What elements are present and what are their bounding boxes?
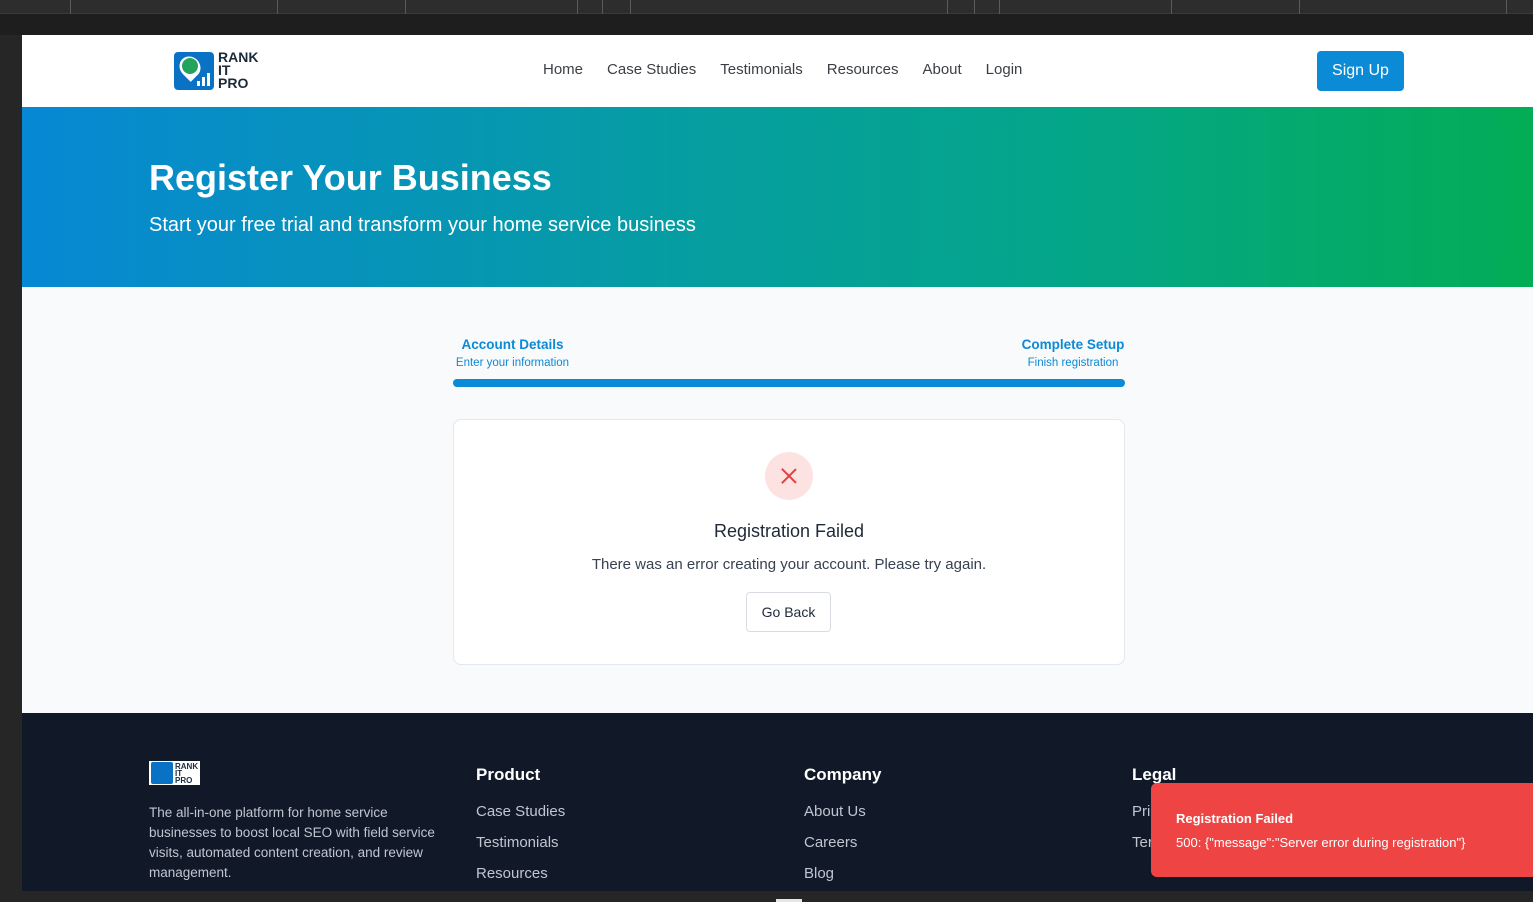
hero-banner: Register Your Business Start your free t…: [22, 107, 1533, 287]
footer-link[interactable]: About Us: [804, 803, 881, 820]
sign-up-button[interactable]: Sign Up: [1317, 51, 1404, 91]
step-complete-setup: Complete Setup Finish registration: [1019, 337, 1127, 369]
footer-heading: Legal: [1132, 765, 1177, 784]
editor-left-band: [0, 35, 22, 902]
strip-divider: [974, 0, 975, 14]
main-nav: Home Case Studies Testimonials Resources…: [543, 61, 1022, 78]
browser-viewport: RANK IT PRO Home Case Studies Testimonia…: [22, 35, 1533, 891]
strip-divider: [999, 0, 1000, 14]
logo-text: RANK IT PRO: [218, 50, 258, 91]
logo-line: PRO: [218, 75, 249, 91]
footer-logo-text: RANK IT PRO: [175, 762, 198, 785]
error-toast[interactable]: Registration Failed 500: {"message":"Ser…: [1151, 783, 1533, 877]
nav-testimonials[interactable]: Testimonials: [720, 61, 803, 78]
editor-bottom-band: [0, 891, 1533, 902]
footer-logo[interactable]: RANK IT PRO: [149, 761, 201, 785]
footer-heading: Company: [804, 765, 882, 784]
nav-home[interactable]: Home: [543, 61, 583, 78]
footer-link[interactable]: Resources: [476, 865, 565, 882]
step-subtitle: Finish registration: [1027, 357, 1119, 369]
error-message: There was an error creating your account…: [591, 556, 987, 573]
footer-description: The all-in-one platform for home service…: [149, 805, 435, 880]
footer-company-column: Company About Us Careers Blog: [804, 765, 881, 891]
footer-product-column: Product Case Studies Testimonials Resour…: [476, 765, 565, 891]
footer-heading: Product: [476, 765, 541, 784]
step-account-details: Account Details Enter your information: [453, 337, 572, 369]
strip-divider: [277, 0, 278, 14]
strip-divider: [405, 0, 406, 14]
page-title: Register Your Business: [149, 157, 552, 198]
footer-link[interactable]: Blog: [804, 865, 881, 882]
strip-divider: [1171, 0, 1172, 14]
footer-link[interactable]: Testimonials: [476, 834, 565, 851]
editor-top-strip: [0, 0, 1533, 14]
step-title: Complete Setup: [1021, 337, 1125, 352]
toast-title: Registration Failed: [1176, 811, 1294, 826]
main-content: Account Details Enter your information C…: [22, 287, 1533, 713]
strip-divider: [947, 0, 948, 14]
editor-frame-band: [0, 14, 1533, 35]
logo-icon: [151, 762, 173, 784]
nav-about[interactable]: About: [922, 61, 961, 78]
progress-bar: [453, 379, 1125, 387]
logo-icon: [174, 51, 214, 90]
strip-divider: [70, 0, 71, 14]
page-subtitle: Start your free trial and transform your…: [149, 214, 696, 236]
progress-fill: [453, 379, 1125, 387]
site-logo[interactable]: RANK IT PRO: [174, 50, 258, 91]
site-header: RANK IT PRO Home Case Studies Testimonia…: [22, 35, 1533, 107]
go-back-button[interactable]: Go Back: [746, 592, 831, 632]
strip-divider: [1299, 0, 1300, 14]
strip-divider: [602, 0, 603, 14]
error-x-icon: [765, 452, 813, 500]
footer-link[interactable]: Case Studies: [476, 803, 565, 820]
error-title: Registration Failed: [713, 521, 865, 541]
strip-divider: [1506, 0, 1507, 14]
nav-case-studies[interactable]: Case Studies: [607, 61, 696, 78]
nav-resources[interactable]: Resources: [827, 61, 899, 78]
nav-login[interactable]: Login: [986, 61, 1023, 78]
strip-divider: [630, 0, 631, 14]
logo-line: PRO: [175, 775, 193, 785]
strip-divider: [577, 0, 578, 14]
toast-message: 500: {"message":"Server error during reg…: [1176, 835, 1466, 850]
step-title: Account Details: [461, 337, 564, 352]
error-card: Registration Failed There was an error c…: [453, 419, 1125, 665]
footer-link[interactable]: Careers: [804, 834, 881, 851]
step-subtitle: Enter your information: [455, 357, 570, 369]
